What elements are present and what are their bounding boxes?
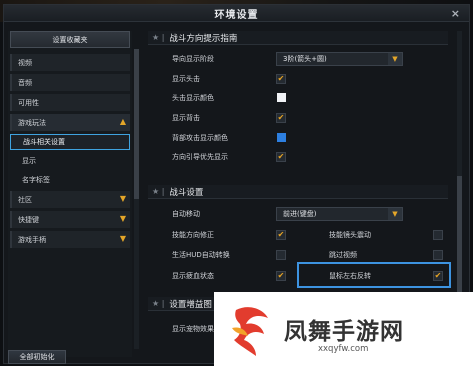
- sidebar-nav: 视频 音频 可用性 游戏玩法 ▲ 战斗相关设置 显示 名字标签 社区 ▼ 快捷键…: [10, 54, 130, 251]
- sidebar-item-gamepad[interactable]: 游戏手柄 ▼: [10, 231, 130, 248]
- star-icon[interactable]: ★ |: [152, 187, 164, 196]
- sidebar-item-label: 游戏手柄: [18, 235, 46, 244]
- hud-auto-checkbox[interactable]: [276, 249, 286, 260]
- highlight-box: [297, 262, 451, 288]
- sidebar-item-audio[interactable]: 音频: [10, 74, 130, 91]
- star-icon[interactable]: ★ |: [152, 299, 164, 308]
- sidebar-subitem-combat[interactable]: 战斗相关设置: [10, 134, 130, 150]
- setting-label: 自动移动: [172, 209, 200, 218]
- sidebar-item-usability[interactable]: 可用性: [10, 94, 130, 111]
- chevron-down-icon: ▼: [119, 194, 126, 203]
- back-hit-checkbox[interactable]: ✔: [276, 112, 286, 123]
- sidebar-subitem-label: 名字标签: [22, 176, 50, 184]
- close-icon[interactable]: ×: [451, 7, 461, 20]
- sidebar-item-label: 快捷键: [18, 215, 39, 224]
- chevron-down-icon: ▼: [119, 214, 126, 223]
- show-fatigue-checkbox[interactable]: ✔: [276, 270, 286, 281]
- sidebar-item-label: 社区: [18, 195, 32, 204]
- sidebar-item-community[interactable]: 社区 ▼: [10, 191, 130, 208]
- sidebar-item-label: 音频: [18, 78, 32, 87]
- favorites-button[interactable]: 设置收藏夹: [10, 31, 130, 48]
- setting-label: 背部攻击显示颜色: [172, 133, 228, 142]
- head-hit-checkbox[interactable]: ✔: [276, 73, 286, 84]
- setting-row: 显示背击 ✔: [148, 110, 448, 125]
- setting-label: 显示背击: [172, 113, 200, 122]
- setting-row: 头击显示颜色: [148, 90, 448, 105]
- setting-label: 技能方向修正: [172, 230, 214, 239]
- skip-video-checkbox[interactable]: [433, 249, 443, 260]
- guide-priority-checkbox[interactable]: ✔: [276, 151, 286, 162]
- watermark-url: xxqyfw.com: [318, 344, 369, 354]
- setting-label: 显示疲血状态: [172, 271, 214, 280]
- chevron-up-icon: ▲: [119, 117, 126, 126]
- window-title: 环境设置: [214, 9, 259, 21]
- setting-label: 方向引导优先显示: [172, 152, 228, 161]
- watermark-brand: 凤舞手游网: [284, 319, 404, 345]
- section-title: 战斗设置: [169, 187, 204, 198]
- setting-label: 跳过视频: [329, 250, 357, 259]
- sidebar-subitem-label: 显示: [22, 157, 36, 165]
- skill-dir-fix-checkbox[interactable]: ✔: [276, 229, 286, 240]
- setting-row: 背部攻击显示颜色: [148, 130, 448, 145]
- sidebar-item-gameplay[interactable]: 游戏玩法 ▲: [10, 114, 130, 131]
- sidebar-item-label: 游戏玩法: [18, 118, 46, 127]
- sidebar-subitem-nametag[interactable]: 名字标签: [10, 172, 130, 188]
- sidebar-scroll-thumb[interactable]: [134, 49, 139, 199]
- setting-label: 显示头击: [172, 74, 200, 83]
- setting-label: 导向显示阶段: [172, 54, 214, 63]
- setting-row: 技能方向修正 ✔ 技能镜头震动: [148, 227, 464, 242]
- setting-row: 导向显示阶段 3阶(箭头+圆) ▼: [148, 51, 448, 66]
- sidebar-item-label: 可用性: [18, 98, 39, 107]
- reset-all-button[interactable]: 全部初始化: [8, 350, 66, 364]
- setting-row: 生活HUD自动转换 跳过视频: [148, 247, 464, 262]
- guide-stage-dropdown[interactable]: 3阶(箭头+圆) ▼: [276, 51, 403, 66]
- section-title: 设置增益图: [169, 299, 212, 310]
- skill-cam-shake-checkbox[interactable]: [433, 229, 443, 240]
- settings-sidebar: 设置收藏夹 视频 音频 可用性 游戏玩法 ▲ 战斗相关设置 显示 名字标签 社区…: [8, 31, 132, 357]
- setting-row: 自动移动 前进(键盘) ▼: [148, 206, 448, 221]
- section-header-combat-settings: ★ | 战斗设置: [148, 185, 448, 199]
- auto-move-dropdown[interactable]: 前进(键盘) ▼: [276, 206, 403, 221]
- section-title: 战斗方向提示指南: [169, 33, 238, 44]
- sidebar-item-hotkeys[interactable]: 快捷键 ▼: [10, 211, 130, 228]
- setting-label: 生活HUD自动转换: [172, 250, 230, 259]
- back-hit-color-swatch[interactable]: [277, 133, 286, 142]
- sidebar-item-label: 视频: [18, 58, 32, 67]
- setting-label: 显示宠物效果: [172, 324, 214, 333]
- chevron-down-icon: ▼: [119, 234, 126, 243]
- watermark: 凤舞手游网 xxqyfw.com: [214, 292, 473, 366]
- chevron-down-icon: ▼: [388, 52, 402, 65]
- chevron-down-icon: ▼: [388, 207, 402, 220]
- setting-row: 显示头击 ✔: [148, 71, 448, 86]
- sidebar-scrollbar[interactable]: [134, 49, 139, 349]
- phoenix-logo-icon: [232, 307, 268, 356]
- setting-label: 头击显示颜色: [172, 93, 214, 102]
- section-header-combat-guide: ★ | 战斗方向提示指南: [148, 31, 448, 45]
- sidebar-subitem-label: 战斗相关设置: [23, 138, 65, 146]
- dropdown-value: 前进(键盘): [283, 209, 317, 218]
- setting-row: 方向引导优先显示 ✔: [148, 149, 448, 164]
- setting-label: 技能镜头震动: [329, 230, 371, 239]
- dropdown-value: 3阶(箭头+圆): [283, 54, 327, 63]
- star-icon[interactable]: ★ |: [152, 33, 164, 42]
- head-hit-color-swatch[interactable]: [277, 93, 286, 102]
- sidebar-subitem-display[interactable]: 显示: [10, 153, 130, 169]
- window-title-bar: 环境设置 ×: [4, 5, 469, 22]
- sidebar-item-video[interactable]: 视频: [10, 54, 130, 71]
